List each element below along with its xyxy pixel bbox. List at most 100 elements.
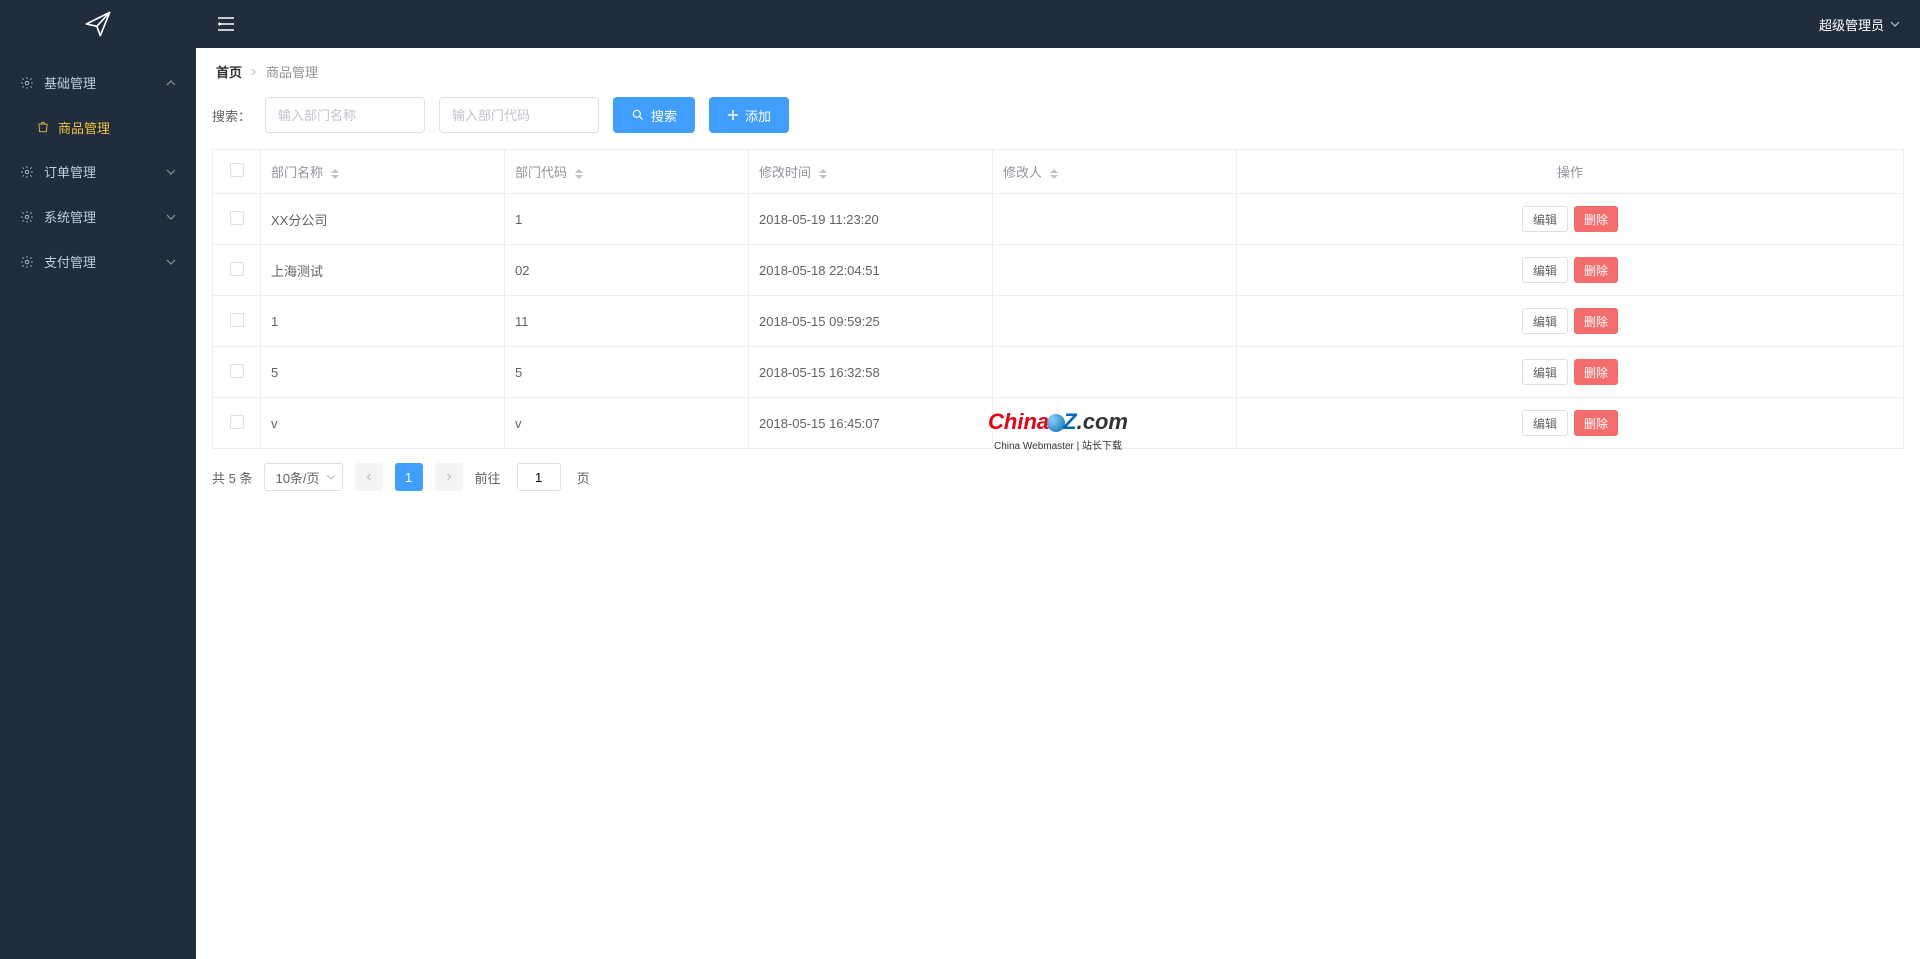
sort-icon xyxy=(575,169,583,179)
main-area: 超级管理员 首页 商品管理 搜索： 搜索 xyxy=(196,0,1920,959)
col-header-ops: 操作 xyxy=(1237,150,1904,194)
topbar: 超级管理员 xyxy=(196,0,1920,48)
page-number-1[interactable]: 1 xyxy=(395,463,423,491)
row-checkbox[interactable] xyxy=(230,262,244,276)
cell-name: v xyxy=(261,398,505,449)
search-toolbar: 搜索： 搜索 添加 xyxy=(196,91,1920,149)
delete-button[interactable]: 删除 xyxy=(1574,206,1618,232)
search-icon xyxy=(631,108,645,122)
next-page-button[interactable] xyxy=(435,463,463,491)
dept-table: 部门名称 部门代码 修改时间 修改人 xyxy=(212,149,1904,449)
cell-name: 上海测试 xyxy=(261,245,505,296)
sidebar: 基础管理 商品管理 订单管理 xyxy=(0,0,196,959)
logo-area xyxy=(0,0,196,48)
sort-icon xyxy=(819,169,827,179)
sidebar-menu: 基础管理 商品管理 订单管理 xyxy=(0,48,196,959)
table-row: XX分公司12018-05-19 11:23:20 编辑删除 xyxy=(213,194,1904,245)
cell-updated-by xyxy=(993,398,1237,449)
paper-plane-icon xyxy=(84,10,112,38)
chevron-down-icon xyxy=(326,472,336,482)
cell-code: v xyxy=(505,398,749,449)
sidebar-item-product[interactable]: 商品管理 xyxy=(0,105,196,149)
chevron-down-icon xyxy=(166,212,176,222)
delete-button[interactable]: 删除 xyxy=(1574,359,1618,385)
sidebar-item-order[interactable]: 订单管理 xyxy=(0,149,196,194)
col-header-code[interactable]: 部门代码 xyxy=(505,150,749,194)
delete-button[interactable]: 删除 xyxy=(1574,308,1618,334)
search-button-label: 搜索 xyxy=(651,106,677,125)
search-label: 搜索： xyxy=(212,106,251,125)
cell-updated-by xyxy=(993,347,1237,398)
sidebar-item-label: 基础管理 xyxy=(44,73,166,92)
sort-icon xyxy=(331,169,339,179)
row-checkbox[interactable] xyxy=(230,313,244,327)
prev-page-button[interactable] xyxy=(355,463,383,491)
cell-code: 5 xyxy=(505,347,749,398)
cell-updated-by xyxy=(993,245,1237,296)
gear-icon xyxy=(20,165,34,179)
cell-code: 1 xyxy=(505,194,749,245)
table-row: 1112018-05-15 09:59:25编辑删除 xyxy=(213,296,1904,347)
cell-updated-at: 2018-05-18 22:04:51 xyxy=(749,245,993,296)
username-label: 超级管理员 xyxy=(1819,15,1884,34)
select-all-checkbox[interactable] xyxy=(230,163,244,177)
cell-updated-at: 2018-05-15 09:59:25 xyxy=(749,296,993,347)
sidebar-item-label: 订单管理 xyxy=(44,162,166,181)
cell-updated-by xyxy=(993,194,1237,245)
user-dropdown[interactable]: 超级管理员 xyxy=(1819,15,1900,34)
cell-code: 02 xyxy=(505,245,749,296)
jump-page-input[interactable] xyxy=(517,463,561,491)
jump-suffix: 页 xyxy=(577,468,590,487)
col-header-name[interactable]: 部门名称 xyxy=(261,150,505,194)
edit-button[interactable]: 编辑 xyxy=(1522,206,1568,232)
col-header-updated-at[interactable]: 修改时间 xyxy=(749,150,993,194)
cell-name: 1 xyxy=(261,296,505,347)
delete-button[interactable]: 删除 xyxy=(1574,257,1618,283)
breadcrumb: 首页 商品管理 xyxy=(196,48,1920,91)
page-size-select[interactable]: 10条/页 xyxy=(264,463,342,491)
row-checkbox[interactable] xyxy=(230,211,244,225)
breadcrumb-home[interactable]: 首页 xyxy=(216,62,242,81)
delete-button[interactable]: 删除 xyxy=(1574,410,1618,436)
sort-icon xyxy=(1050,169,1058,179)
add-button-label: 添加 xyxy=(745,106,771,125)
cell-name: XX分公司 xyxy=(261,194,505,245)
row-checkbox[interactable] xyxy=(230,415,244,429)
table-row: vv2018-05-15 16:45:07编辑删除 xyxy=(213,398,1904,449)
collapse-sidebar-button[interactable] xyxy=(216,15,236,33)
edit-button[interactable]: 编辑 xyxy=(1522,257,1568,283)
col-header-updated-by[interactable]: 修改人 xyxy=(993,150,1237,194)
chevron-right-icon xyxy=(250,68,258,76)
pagination: 共 5 条 10条/页 1 前往 页 xyxy=(196,449,1920,505)
cell-code: 11 xyxy=(505,296,749,347)
chevron-down-icon xyxy=(166,257,176,267)
cell-updated-at: 2018-05-19 11:23:20 xyxy=(749,194,993,245)
cell-name: 5 xyxy=(261,347,505,398)
dept-code-input[interactable] xyxy=(439,97,599,133)
edit-button[interactable]: 编辑 xyxy=(1522,410,1568,436)
gear-icon xyxy=(20,210,34,224)
dept-name-input[interactable] xyxy=(265,97,425,133)
sidebar-item-label: 支付管理 xyxy=(44,252,166,271)
edit-button[interactable]: 编辑 xyxy=(1522,308,1568,334)
bag-icon xyxy=(36,120,50,134)
table-container: 部门名称 部门代码 修改时间 修改人 xyxy=(196,149,1920,449)
breadcrumb-current: 商品管理 xyxy=(266,62,318,81)
table-row: 上海测试022018-05-18 22:04:51 编辑删除 xyxy=(213,245,1904,296)
sidebar-item-basic[interactable]: 基础管理 xyxy=(0,60,196,105)
chevron-down-icon xyxy=(166,167,176,177)
chevron-up-icon xyxy=(166,78,176,88)
row-checkbox[interactable] xyxy=(230,364,244,378)
sidebar-item-label: 商品管理 xyxy=(58,118,110,137)
chevron-down-icon xyxy=(1890,19,1900,29)
jump-prefix: 前往 xyxy=(475,468,501,487)
table-row: 552018-05-15 16:32:58编辑删除 xyxy=(213,347,1904,398)
cell-updated-at: 2018-05-15 16:32:58 xyxy=(749,347,993,398)
plus-icon xyxy=(727,109,739,121)
sidebar-item-payment[interactable]: 支付管理 xyxy=(0,239,196,284)
sidebar-item-system[interactable]: 系统管理 xyxy=(0,194,196,239)
search-button[interactable]: 搜索 xyxy=(613,97,695,133)
edit-button[interactable]: 编辑 xyxy=(1522,359,1568,385)
gear-icon xyxy=(20,76,34,90)
add-button[interactable]: 添加 xyxy=(709,97,789,133)
